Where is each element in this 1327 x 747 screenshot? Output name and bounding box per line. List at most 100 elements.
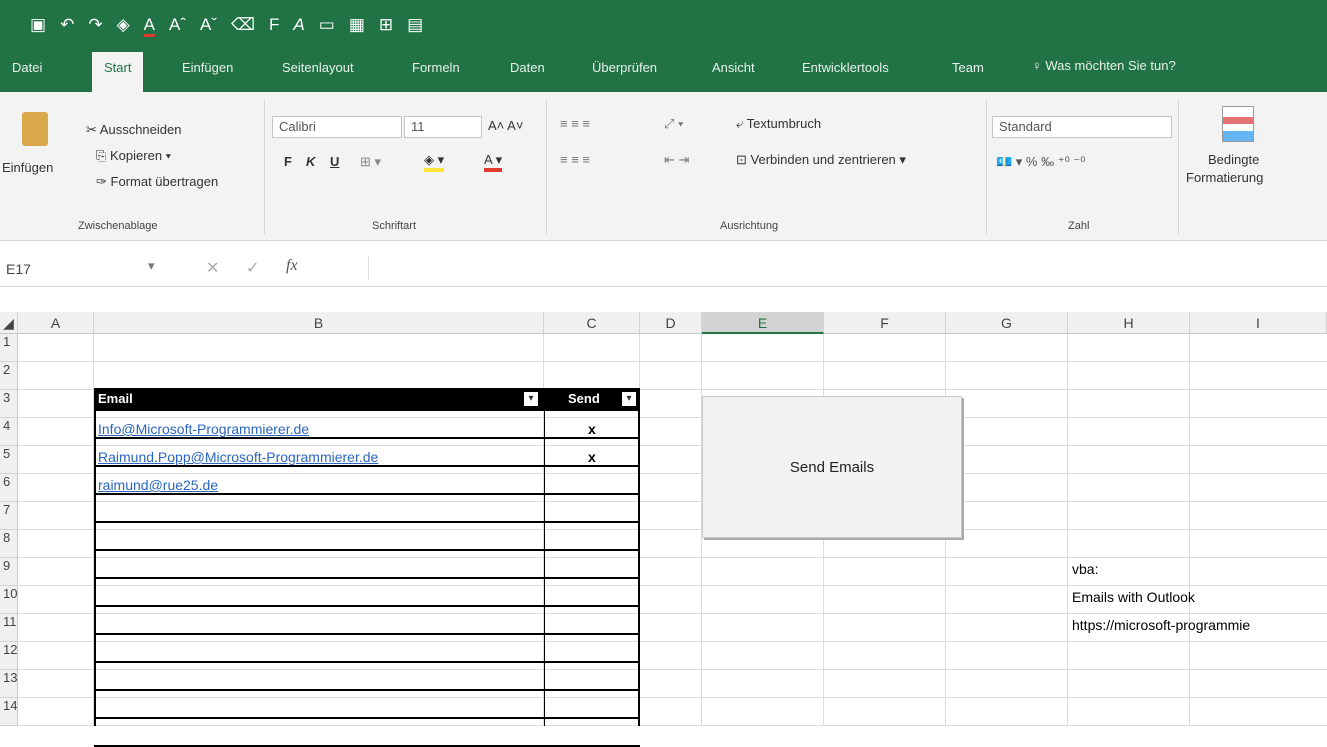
font-name-select[interactable]: Calibri [272,116,402,138]
row-header[interactable]: 6 [0,474,18,502]
gridline [18,361,1327,362]
column-header-i[interactable]: I [1190,312,1327,334]
table-border [94,388,640,726]
row-header[interactable]: 9 [0,558,18,586]
merge-icon: ⊡ [736,152,751,167]
email-cell[interactable]: raimund@rue25.de [98,477,218,493]
italic-button[interactable]: K [306,154,315,169]
copy-button[interactable]: ⎘ Kopieren ▾ [96,148,171,164]
column-header-c[interactable]: C [544,312,640,334]
tab-entwicklertools[interactable]: Entwicklertools [802,60,889,75]
row-header[interactable]: 7 [0,502,18,530]
format-painter-button[interactable]: ✑ Format übertragen [96,174,218,190]
row-header[interactable]: 5 [0,446,18,474]
decrease-font-icon[interactable]: Aˇ [200,16,217,37]
cancel-icon[interactable]: ✕ [206,258,219,278]
paste-icon[interactable] [22,112,48,146]
format-painter-label: Format übertragen [110,174,219,189]
tab-formeln[interactable]: Formeln [412,60,460,75]
tab-einfuegen[interactable]: Einfügen [182,60,233,75]
note-cell: Emails with Outlook [1072,589,1195,605]
tell-me-label: Was möchten Sie tun? [1045,58,1176,73]
tab-team[interactable]: Team [952,60,984,75]
gridline [1067,334,1068,726]
grow-font-icon[interactable]: A˄ A˅ [488,118,523,133]
group-number: Zahl [1068,220,1090,232]
save-icon[interactable]: ▣ [30,16,46,37]
group-clipboard: Zwischenablage [78,220,158,232]
column-header-a[interactable]: A [18,312,94,334]
merge-center-button[interactable]: ⊡ Verbinden und zentrieren ▾ [736,152,906,168]
column-header-f[interactable]: F [824,312,946,334]
tab-seitenlayout[interactable]: Seitenlayout [282,60,354,75]
increase-font-icon[interactable]: Aˆ [169,16,186,37]
tab-daten[interactable]: Daten [510,60,545,75]
column-header-e[interactable]: E [702,312,824,334]
wrap-text-button[interactable]: ⤶ Textumbruch [736,116,821,132]
column-header-b[interactable]: B [94,312,544,334]
more-icon[interactable]: ▤ [407,16,423,37]
formula-input[interactable] [368,256,1319,280]
cut-button[interactable]: ✂ Ausschneiden [86,122,181,138]
email-table: Email ▾ Send ▾ [94,388,640,747]
table-icon[interactable]: ▦ [349,16,365,37]
row-header[interactable]: 1 [0,334,18,362]
tell-me-box[interactable]: ♀ Was möchten Sie tun? [1032,58,1176,73]
insert-function-icon[interactable]: fx [286,257,298,275]
send-cell[interactable]: x [588,449,596,465]
copy-label: Kopieren [110,148,163,163]
row-header[interactable]: 2 [0,362,18,390]
undo-icon[interactable]: ↶ [60,16,74,37]
tab-datei[interactable]: Datei [12,60,42,75]
conditional-format-icon[interactable] [1222,106,1254,142]
cut-label: Ausschneiden [99,122,182,137]
border-icon[interactable]: ⊞ [379,16,393,37]
font-color-icon[interactable]: A [143,16,155,37]
row-header[interactable]: 13 [0,670,18,698]
tab-start[interactable]: Start [92,52,144,92]
conditional-format-button[interactable]: Bedingte [1208,152,1259,167]
currency-icon[interactable]: 💶 ▾ % ‰ ⁺⁰ ⁻⁰ [996,154,1085,170]
row-header[interactable]: 12 [0,642,18,670]
align-top-icon[interactable]: ≡ ≡ ≡ [560,116,590,131]
column-header-g[interactable]: G [946,312,1068,334]
email-cell[interactable]: Info@Microsoft-Programmierer.de [98,421,309,437]
send-cell[interactable]: x [588,421,596,437]
fill-color-icon[interactable]: ◈ [117,16,130,37]
italic-icon[interactable]: A [293,16,304,37]
row-header[interactable]: 11 [0,614,18,642]
underline-button[interactable]: U [330,154,339,169]
gridline [1189,334,1190,726]
redo-icon[interactable]: ↷ [88,16,102,37]
paste-button[interactable]: Einfügen [2,160,53,175]
bold-button[interactable]: F [284,154,292,169]
row-header[interactable]: 8 [0,530,18,558]
name-box-dropdown-icon[interactable]: ▾ [148,258,155,274]
tab-ueberpruefen[interactable]: Überprüfen [592,60,657,75]
column-header-h[interactable]: H [1068,312,1190,334]
number-format-select[interactable]: Standard [992,116,1172,138]
align-left-icon[interactable]: ≡ ≡ ≡ [560,152,590,167]
divider [1178,100,1179,234]
tab-ansicht[interactable]: Ansicht [712,60,755,75]
font-color-button-icon[interactable]: A ▾ [484,152,503,172]
row-header[interactable]: 14 [0,698,18,726]
bold-icon[interactable]: F [269,16,279,37]
new-file-icon[interactable]: ▭ [319,16,335,37]
enter-icon[interactable]: ✓ [246,258,259,278]
row-header[interactable]: 3 [0,390,18,418]
wrap-label: Textumbruch [746,116,822,131]
clear-format-icon[interactable]: ⌫ [231,16,255,37]
email-cell[interactable]: Raimund.Popp@Microsoft-Programmierer.de [98,449,378,465]
border-icon[interactable]: ⊞ ▾ [360,154,381,170]
row-header[interactable]: 10 [0,586,18,614]
send-emails-button[interactable]: Send Emails [702,396,962,538]
row-header[interactable]: 4 [0,418,18,446]
column-header-d[interactable]: D [640,312,702,334]
highlight-icon[interactable]: ◈ ▾ [424,152,445,172]
orientation-icon[interactable]: ⤢ ▾ [664,116,683,132]
wrap-icon: ⤶ [736,116,747,131]
font-size-select[interactable]: 11 [404,116,482,138]
select-all-corner[interactable]: ◢ [0,312,18,334]
indent-icon[interactable]: ⇤ ⇥ [664,152,689,168]
